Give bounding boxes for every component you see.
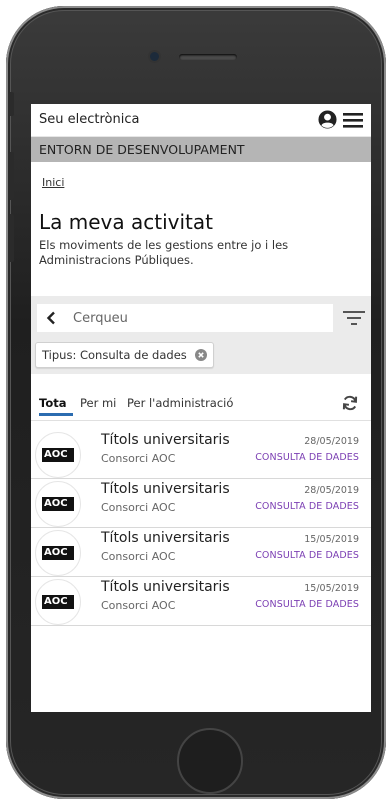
breadcrumb: Inici — [31, 162, 371, 190]
tab-by-administration[interactable]: Per l'administració — [127, 396, 233, 410]
search-input[interactable] — [73, 308, 313, 328]
tab-all[interactable]: Tota — [39, 396, 66, 410]
aoc-logo: AOC — [35, 432, 81, 478]
search-box — [37, 304, 333, 332]
filter-panel: Tipus: Consulta de dades — [31, 296, 371, 374]
breadcrumb-home-link[interactable]: Inici — [42, 176, 64, 189]
top-bar: Seu electrònica — [31, 104, 371, 137]
volume-down-button — [8, 214, 14, 262]
item-title: Títols universitaris — [101, 432, 230, 448]
active-tab-indicator — [39, 413, 73, 416]
hamburger-menu-icon[interactable] — [343, 111, 363, 129]
list-item[interactable]: AOC Títols universitaris Consorci AOC 28… — [31, 430, 371, 479]
item-title: Títols universitaris — [101, 481, 230, 497]
aoc-logo-text: AOC — [44, 547, 68, 558]
page-title: La meva activitat — [39, 210, 213, 234]
site-title[interactable]: Seu electrònica — [39, 112, 139, 127]
aoc-logo: AOC — [35, 530, 81, 576]
list-item[interactable]: AOC Títols universitaris Consorci AOC 28… — [31, 479, 371, 528]
front-camera — [150, 52, 159, 61]
chevron-left-icon[interactable] — [45, 311, 57, 325]
filter-icon[interactable] — [343, 310, 365, 326]
environment-banner: ENTORN DE DESENVOLUPAMENT — [31, 137, 371, 162]
item-organization: Consorci AOC — [101, 599, 176, 612]
item-date: 15/05/2019 — [304, 534, 359, 545]
app-screen: Seu electrònica ENTORN DE DESENVOLUPAMEN… — [31, 104, 371, 712]
mute-switch — [8, 92, 14, 116]
item-organization: Consorci AOC — [101, 550, 176, 563]
aoc-logo-text: AOC — [44, 449, 68, 460]
item-organization: Consorci AOC — [101, 501, 176, 514]
item-type: CONSULTA DE DADES — [255, 452, 359, 463]
activity-tabs: Tota Per mi Per l'administració — [31, 390, 371, 420]
aoc-logo: AOC — [35, 579, 81, 625]
volume-up-button — [8, 152, 14, 200]
item-type: CONSULTA DE DADES — [255, 550, 359, 561]
home-button[interactable] — [177, 728, 243, 794]
tabs-divider — [31, 420, 371, 421]
list-item[interactable]: AOC Títols universitaris Consorci AOC 15… — [31, 528, 371, 577]
aoc-logo-text: AOC — [44, 498, 68, 509]
item-date: 15/05/2019 — [304, 583, 359, 594]
tab-by-me[interactable]: Per mi — [80, 396, 116, 410]
active-filter-label: Tipus: Consulta de dades — [42, 348, 187, 362]
earpiece-speaker — [179, 54, 237, 60]
refresh-icon[interactable] — [341, 394, 359, 412]
item-date: 28/05/2019 — [304, 436, 359, 447]
item-organization: Consorci AOC — [101, 452, 176, 465]
user-circle-icon[interactable] — [318, 110, 337, 129]
active-filter-chip[interactable]: Tipus: Consulta de dades — [35, 342, 214, 368]
item-title: Títols universitaris — [101, 579, 230, 595]
item-title: Títols universitaris — [101, 530, 230, 546]
aoc-logo-text: AOC — [44, 596, 68, 607]
activity-list: AOC Títols universitaris Consorci AOC 28… — [31, 430, 371, 626]
close-circle-icon[interactable] — [194, 349, 207, 361]
aoc-logo: AOC — [35, 481, 81, 527]
page-description: Els moviments de les gestions entre jo i… — [39, 238, 289, 267]
item-type: CONSULTA DE DADES — [255, 599, 359, 610]
item-type: CONSULTA DE DADES — [255, 501, 359, 512]
item-date: 28/05/2019 — [304, 485, 359, 496]
list-item[interactable]: AOC Títols universitaris Consorci AOC 15… — [31, 577, 371, 626]
